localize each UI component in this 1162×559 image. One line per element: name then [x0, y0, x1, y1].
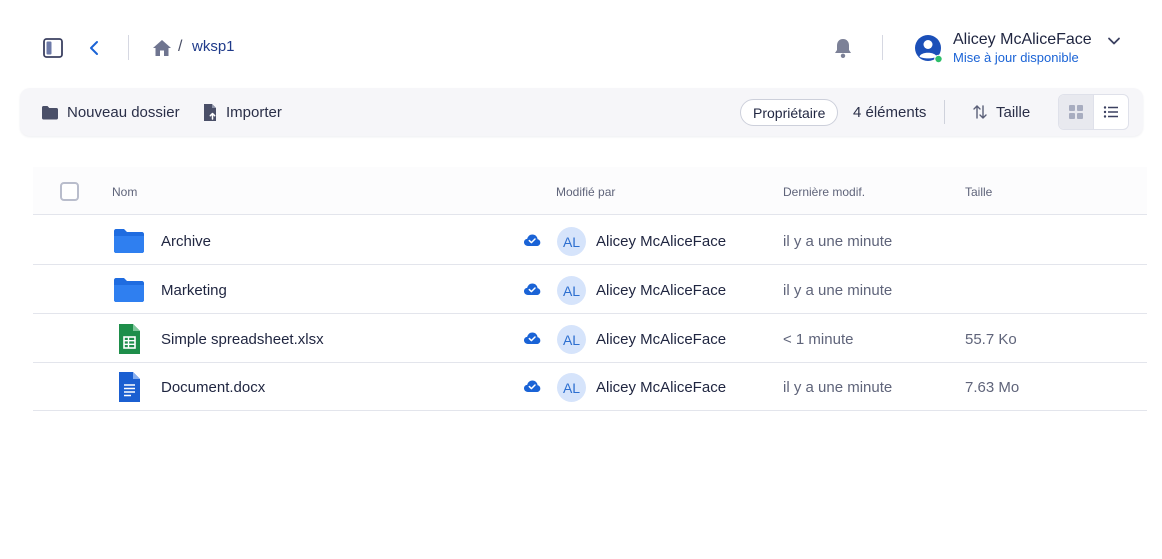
- cloud-synced-icon: [524, 332, 541, 344]
- file-size: 55.7 Ko: [965, 331, 1017, 348]
- spreadsheet-icon: [113, 324, 145, 354]
- cloud-synced-icon: [524, 380, 541, 392]
- user-avatar-badge: AL: [557, 325, 586, 354]
- select-all-checkbox[interactable]: [60, 182, 79, 201]
- sort-button[interactable]: Taille: [972, 100, 1030, 124]
- table-row[interactable]: Simple spreadsheet.xlsx AL Alicey McAlic…: [33, 314, 1147, 363]
- back-chevron-icon[interactable]: [84, 35, 104, 61]
- import-label: Importer: [226, 103, 282, 121]
- avatar: [913, 33, 945, 65]
- breadcrumb-current[interactable]: wksp1: [192, 38, 235, 55]
- table-row[interactable]: Archive AL Alicey McAliceFace il y a une…: [33, 216, 1147, 265]
- user-avatar-badge: AL: [557, 227, 586, 256]
- cloud-synced-icon: [524, 234, 541, 246]
- column-header-modified-by[interactable]: Modifié par: [556, 185, 615, 199]
- cloud-synced-icon: [524, 283, 541, 295]
- file-name: Document.docx: [161, 379, 266, 396]
- header-divider: [128, 35, 129, 60]
- last-modified: il y a une minute: [783, 379, 893, 396]
- owner-filter-button[interactable]: Propriétaire: [740, 99, 839, 126]
- view-toggle: [1058, 94, 1129, 130]
- modified-by-name: Alicey McAliceFace: [596, 282, 727, 299]
- top-bar: / wksp1 Alicey McAliceFace Mise à jour d…: [0, 0, 1162, 88]
- user-avatar-badge: AL: [557, 276, 586, 305]
- last-modified: il y a une minute: [783, 282, 893, 299]
- toolbar: Nouveau dossier Importer Propriétaire 4 …: [20, 88, 1143, 136]
- update-available-link[interactable]: Mise à jour disponible: [953, 50, 1079, 65]
- table-header: Nom Modifié par Dernière modif. Taille: [33, 167, 1147, 215]
- folder-icon: [42, 105, 58, 119]
- table-row[interactable]: Document.docx AL Alicey McAliceFace il y…: [33, 362, 1147, 411]
- column-header-size[interactable]: Taille: [965, 185, 992, 199]
- sidebar-toggle-icon[interactable]: [40, 35, 66, 61]
- column-header-name[interactable]: Nom: [112, 185, 137, 199]
- header-divider: [882, 35, 883, 60]
- items-count: 4 éléments: [853, 104, 927, 121]
- user-name: Alicey McAliceFace: [953, 31, 1092, 48]
- sort-label: Taille: [996, 103, 1031, 121]
- file-name: Simple spreadsheet.xlsx: [161, 331, 324, 348]
- file-size: 7.63 Mo: [965, 379, 1020, 396]
- new-folder-button[interactable]: Nouveau dossier: [41, 100, 180, 124]
- modified-by-name: Alicey McAliceFace: [596, 331, 727, 348]
- import-button[interactable]: Importer: [202, 100, 282, 124]
- modified-by-name: Alicey McAliceFace: [596, 233, 727, 250]
- file-upload-icon: [204, 103, 216, 121]
- last-modified: il y a une minute: [783, 233, 893, 250]
- last-modified: < 1 minute: [783, 331, 854, 348]
- file-name: Marketing: [161, 282, 227, 299]
- document-icon: [113, 372, 145, 402]
- sort-arrows-icon: [973, 105, 987, 119]
- new-folder-label: Nouveau dossier: [67, 103, 180, 121]
- modified-by-name: Alicey McAliceFace: [596, 379, 727, 396]
- breadcrumb-separator: /: [178, 38, 183, 55]
- chevron-down-icon[interactable]: [1106, 33, 1122, 49]
- table-row[interactable]: Marketing AL Alicey McAliceFace il y a u…: [33, 265, 1147, 314]
- column-header-last-modified[interactable]: Dernière modif.: [783, 185, 865, 199]
- home-icon[interactable]: [150, 36, 174, 60]
- user-menu[interactable]: Alicey McAliceFace Mise à jour disponibl…: [913, 30, 1128, 70]
- user-avatar-badge: AL: [557, 373, 586, 402]
- notifications-bell-icon[interactable]: [830, 34, 856, 62]
- file-name: Archive: [161, 233, 212, 250]
- grid-view-icon[interactable]: [1059, 95, 1094, 129]
- folder-icon: [113, 276, 145, 304]
- list-view-icon[interactable]: [1094, 95, 1129, 129]
- folder-icon: [113, 227, 145, 255]
- toolbar-divider: [944, 100, 945, 124]
